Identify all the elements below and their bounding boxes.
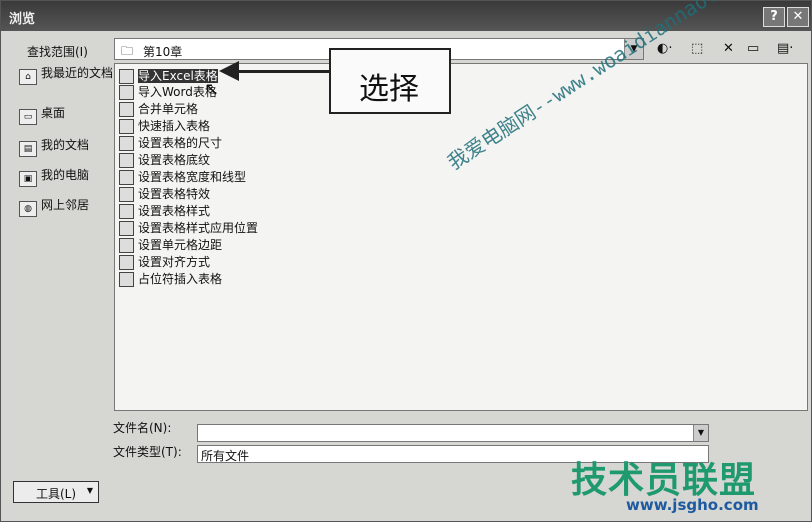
close-button[interactable]: ✕ [787, 7, 809, 27]
file-label: 设置表格底纹 [138, 153, 211, 167]
file-label: 设置表格的尺寸 [138, 136, 223, 150]
recent-docs-icon: ⌂ [19, 69, 37, 85]
place-label: 我最近的文档 [41, 66, 114, 80]
file-label: 设置表格样式应用位置 [138, 221, 259, 235]
chevron-down-icon: ▼ [86, 486, 93, 495]
browse-dialog: 浏览 ? ✕ 查找范围(I) 🗀 第10章 ▼ ◐· ⬚ ✕ ▭ ▤· ⌂ 我最… [0, 0, 812, 522]
presentation-file-icon [119, 187, 134, 202]
place-label: 桌面 [41, 106, 66, 120]
file-label: 设置对齐方式 [138, 255, 211, 269]
my-documents-icon: ▤ [19, 141, 37, 157]
watermark-site: www.jsgho.com [626, 496, 759, 514]
file-label: 设置单元格边距 [138, 238, 223, 252]
callout-box: 选择 [329, 48, 451, 114]
help-button[interactable]: ? [763, 7, 785, 27]
dialog-toolbar: ◐· ⬚ ✕ ▭ ▤· [653, 41, 809, 61]
file-item[interactable]: 快速插入表格 [119, 118, 210, 134]
my-computer-icon: ▣ [19, 171, 37, 187]
presentation-file-icon [119, 221, 134, 236]
presentation-file-icon [119, 119, 134, 134]
presentation-file-icon [119, 85, 134, 100]
file-item[interactable]: 设置单元格边距 [119, 237, 222, 253]
file-label: 设置表格样式 [138, 204, 211, 218]
filename-label: 文件名(N): [113, 421, 172, 435]
desktop-icon: ▭ [19, 109, 37, 125]
place-label: 我的电脑 [41, 168, 90, 182]
lookin-label: 查找范围(I) [27, 45, 88, 59]
presentation-file-icon [119, 238, 134, 253]
filetype-label: 文件类型(T): [113, 445, 182, 459]
folder-icon: 🗀 [121, 44, 134, 58]
place-label: 我的文档 [41, 138, 90, 152]
filetype-value: 所有文件 [201, 449, 250, 463]
file-item-selected[interactable]: 导入Excel表格 [119, 68, 218, 84]
presentation-file-icon [119, 204, 134, 219]
file-item[interactable]: 设置表格特效 [119, 186, 210, 202]
file-item[interactable]: 导入Word表格 [119, 84, 217, 100]
callout-arrow-icon [219, 61, 239, 81]
file-item[interactable]: 设置表格样式 [119, 203, 210, 219]
callout-text: 选择 [359, 72, 419, 107]
presentation-file-icon [119, 272, 134, 287]
presentation-file-icon [119, 255, 134, 270]
places-bar: ⌂ 我最近的文档 ▭ 桌面 ▤ 我的文档 ▣ 我的电脑 ◍ 网上邻居 [13, 63, 113, 471]
file-item[interactable]: 设置表格样式应用位置 [119, 220, 258, 236]
new-folder-icon[interactable]: ▭ [747, 41, 759, 56]
file-item[interactable]: 设置表格的尺寸 [119, 135, 222, 151]
views-icon[interactable]: ▤· [777, 41, 793, 56]
file-item[interactable]: 设置表格宽度和线型 [119, 169, 246, 185]
presentation-file-icon [119, 136, 134, 151]
window-title: 浏览 [9, 12, 36, 27]
file-item[interactable]: 合并单元格 [119, 101, 198, 117]
tools-label: 工具(L) [36, 487, 77, 501]
file-label: 合并单元格 [138, 102, 199, 116]
file-label: 设置表格特效 [138, 187, 211, 201]
filename-input[interactable]: ▼ [197, 424, 709, 442]
file-label: 设置表格宽度和线型 [138, 170, 247, 184]
file-item[interactable]: 设置对齐方式 [119, 254, 210, 270]
presentation-file-icon [119, 102, 134, 117]
up-folder-icon[interactable]: ⬚ [691, 41, 703, 56]
place-label: 网上邻居 [41, 198, 90, 212]
mouse-cursor-icon: ↖ [204, 79, 220, 100]
file-list[interactable]: 导入Excel表格 导入Word表格 合并单元格 快速插入表格 设置表格的尺寸 … [114, 63, 808, 411]
dropdown-icon[interactable]: ▼ [693, 425, 708, 441]
file-label: 快速插入表格 [138, 119, 211, 133]
network-icon: ◍ [19, 201, 37, 217]
file-item[interactable]: 占位符插入表格 [119, 271, 222, 287]
presentation-file-icon [119, 69, 134, 84]
file-label: 占位符插入表格 [138, 272, 223, 286]
presentation-file-icon [119, 170, 134, 185]
callout-arrow-line [237, 70, 329, 73]
file-item[interactable]: 设置表格底纹 [119, 152, 210, 168]
tools-button[interactable]: 工具(L) ▼ [13, 481, 99, 503]
presentation-file-icon [119, 153, 134, 168]
delete-icon[interactable]: ✕ [723, 41, 734, 56]
lookin-value: 第10章 [143, 45, 183, 59]
